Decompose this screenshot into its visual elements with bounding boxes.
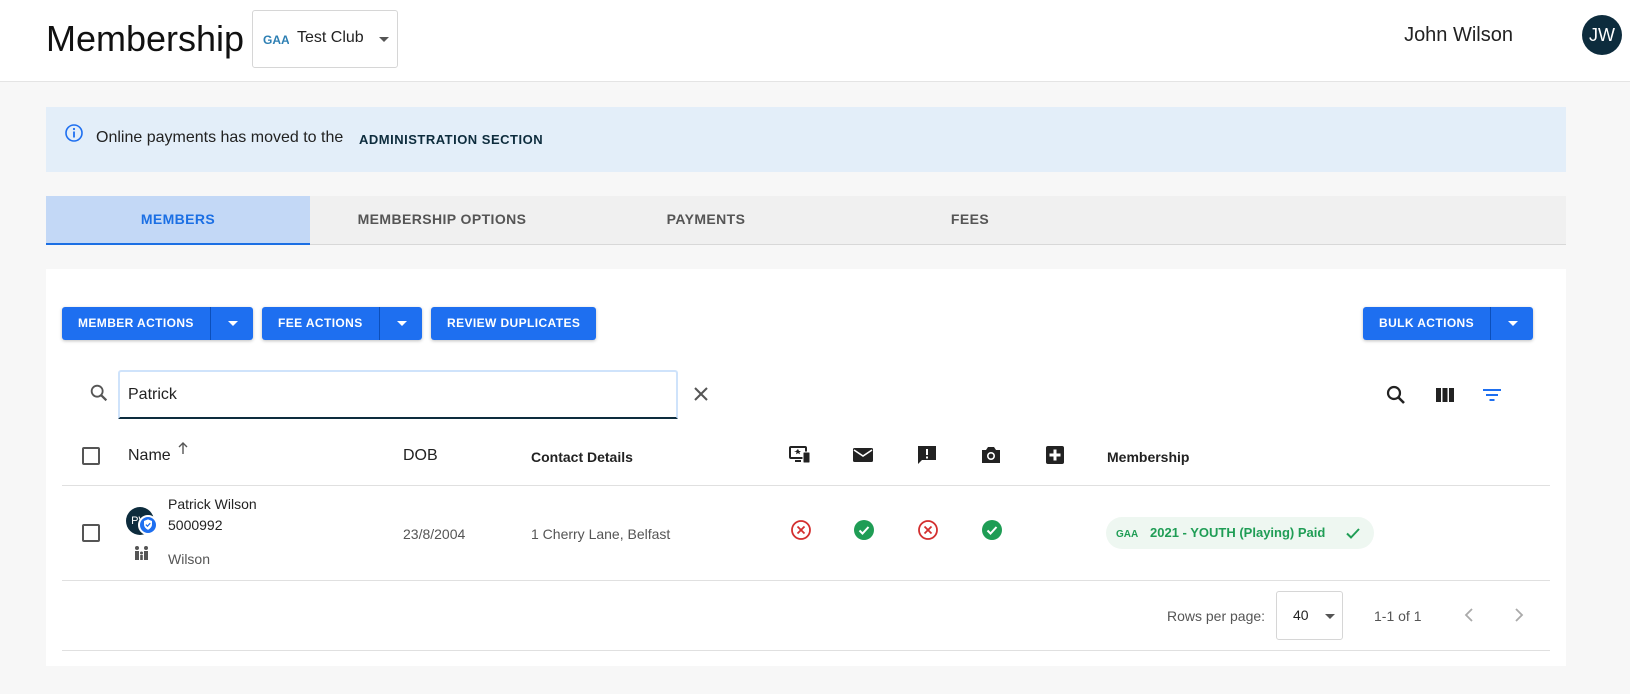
search-icon [90,384,108,402]
sms-alert-icon [918,446,936,464]
membership-chip[interactable]: GAA 2021 - YOUTH (Playing) Paid [1106,517,1374,549]
info-banner: Online payments has moved to the ADMINIS… [46,107,1566,172]
member-id: 5000992 [168,517,223,533]
bulk-actions-dropdown[interactable] [1490,307,1534,340]
page-range: 1-1 of 1 [1374,608,1422,624]
member-actions-group: MEMBER ACTIONS [62,307,253,340]
header-divider [62,485,1550,486]
info-icon [65,124,83,142]
member-actions-button[interactable]: MEMBER ACTIONS [62,307,210,340]
rows-per-page-select[interactable]: 40 [1276,591,1343,640]
search-input[interactable] [118,370,678,419]
app-header: Membership GAA Test Club John Wilson JW [0,0,1630,82]
email-icon [853,448,873,462]
close-icon[interactable] [691,384,711,404]
medical-icon [1046,446,1064,464]
search-icon[interactable] [1384,383,1408,407]
camera-icon [982,447,1000,463]
family-name[interactable]: Wilson [168,551,210,567]
administration-section-link[interactable]: ADMINISTRATION SECTION [359,132,543,147]
user-avatar[interactable]: JW [1582,15,1622,55]
club-name: Test Club [297,29,364,46]
tab-payments[interactable]: PAYMENTS [574,196,838,245]
page-title: Membership [46,18,245,59]
club-logo-icon: GAA [1116,529,1138,540]
bulk-actions-button[interactable]: BULK ACTIONS [1363,307,1491,340]
row-checkbox[interactable] [82,524,100,542]
tab-membership-options[interactable]: MEMBERSHIP OPTIONS [310,196,574,245]
columns-icon[interactable] [1433,383,1457,407]
check-circle-icon [854,520,874,540]
review-duplicates-group: REVIEW DUPLICATES [431,307,597,340]
members-card: MEMBER ACTIONS FEE ACTIONS REVIEW DUPLIC… [46,269,1566,666]
fee-actions-button[interactable]: FEE ACTIONS [262,307,379,340]
column-header-name[interactable]: Name [128,447,171,465]
select-all-checkbox[interactable] [82,447,100,465]
svg-text:GAA: GAA [1116,529,1138,540]
svg-text:GAA: GAA [263,33,289,47]
member-dob: 23/8/2004 [403,526,466,542]
tab-bar: MEMBERS MEMBERSHIP OPTIONS PAYMENTS FEES [46,196,1566,245]
member-contact: 1 Cherry Lane, Belfast [531,526,671,542]
review-duplicates-button[interactable]: REVIEW DUPLICATES [431,307,597,340]
column-header-contact: Contact Details [531,449,633,465]
arrow-up-icon [178,442,188,454]
check-icon [1346,528,1360,539]
bulk-actions-group: BULK ACTIONS [1363,307,1534,340]
verified-icon [138,515,158,535]
fee-actions-group: FEE ACTIONS [262,307,422,340]
club-selector[interactable]: GAA Test Club [252,10,398,68]
filter-icon[interactable] [1480,383,1504,407]
online-access-icon [789,446,811,464]
chevron-left-icon[interactable] [1460,605,1480,625]
rows-per-page-value: 40 [1293,607,1309,623]
check-circle-icon [982,520,1002,540]
membership-label: 2021 - YOUTH (Playing) Paid [1150,525,1326,540]
chevron-right-icon[interactable] [1508,605,1528,625]
chevron-down-icon [379,37,389,42]
chevron-down-icon [1325,614,1335,619]
cross-circle-icon [791,520,811,540]
member-actions-dropdown[interactable] [209,307,253,340]
club-logo-icon: GAA [263,33,289,47]
rows-per-page-label: Rows per page: [1167,608,1266,624]
family-icon [135,546,148,560]
member-name[interactable]: Patrick Wilson [168,496,257,512]
user-name: John Wilson [1404,24,1513,46]
tab-fees[interactable]: FEES [838,196,1102,245]
cross-circle-icon [918,520,938,540]
tab-members[interactable]: MEMBERS [46,196,310,245]
banner-text: Online payments has moved to the [96,129,344,146]
row-divider [62,580,1550,581]
column-header-dob[interactable]: DOB [403,447,438,465]
column-header-membership: Membership [1107,449,1190,465]
fee-actions-dropdown[interactable] [378,307,422,340]
footer-divider [62,650,1550,651]
